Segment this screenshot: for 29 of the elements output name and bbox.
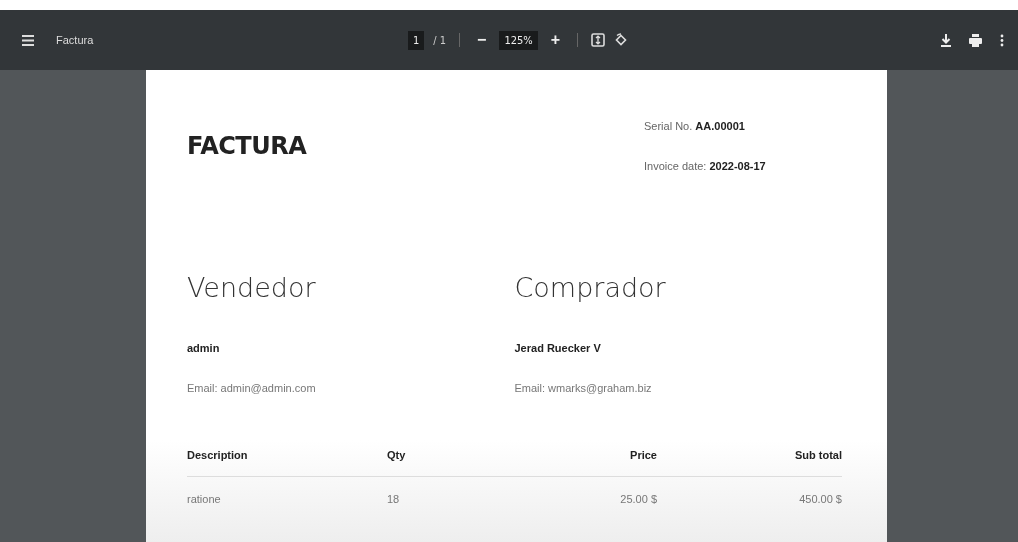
fit-page-icon[interactable] (591, 33, 606, 47)
column-header: Price (629, 449, 657, 461)
column-header: Description (187, 449, 249, 461)
party-name: Jerad Ruecker V (514, 342, 602, 354)
download-icon[interactable] (941, 33, 951, 47)
party-email: Email: admin@admin.com (187, 382, 317, 394)
invoice-date: Invoice date: 2022-08-17 (644, 160, 767, 172)
document-title: Factura (56, 34, 94, 46)
table-cell-text: 25.00 $ (619, 493, 657, 505)
zoom-in-button[interactable]: + (546, 31, 565, 49)
serial-number: Serial No. AA.00001 (644, 120, 746, 132)
zoom-out-button[interactable]: − (473, 31, 491, 49)
page-total: / 1 (433, 33, 447, 47)
page-number-field[interactable]: 1 (408, 30, 425, 50)
party-email: Email: wmarks@graham.biz (514, 382, 653, 394)
menu-icon[interactable] (22, 34, 34, 46)
more-icon[interactable] (1000, 33, 1004, 47)
column-header: Sub total (793, 449, 842, 461)
table-cell-text: 450.00 $ (798, 493, 842, 505)
print-icon[interactable] (969, 33, 982, 47)
table-cell-text: ratione (187, 493, 222, 505)
zoom-field[interactable]: 125% (499, 30, 538, 50)
party-heading: Comprador (514, 272, 667, 303)
invoice-title: FACTURA (187, 132, 307, 162)
rotate-icon[interactable] (614, 33, 629, 47)
party-heading: Vendedor (187, 272, 317, 303)
table-cell-text: 18 (387, 493, 401, 505)
party-name: admin (187, 342, 221, 354)
column-header: Qty (387, 449, 407, 461)
